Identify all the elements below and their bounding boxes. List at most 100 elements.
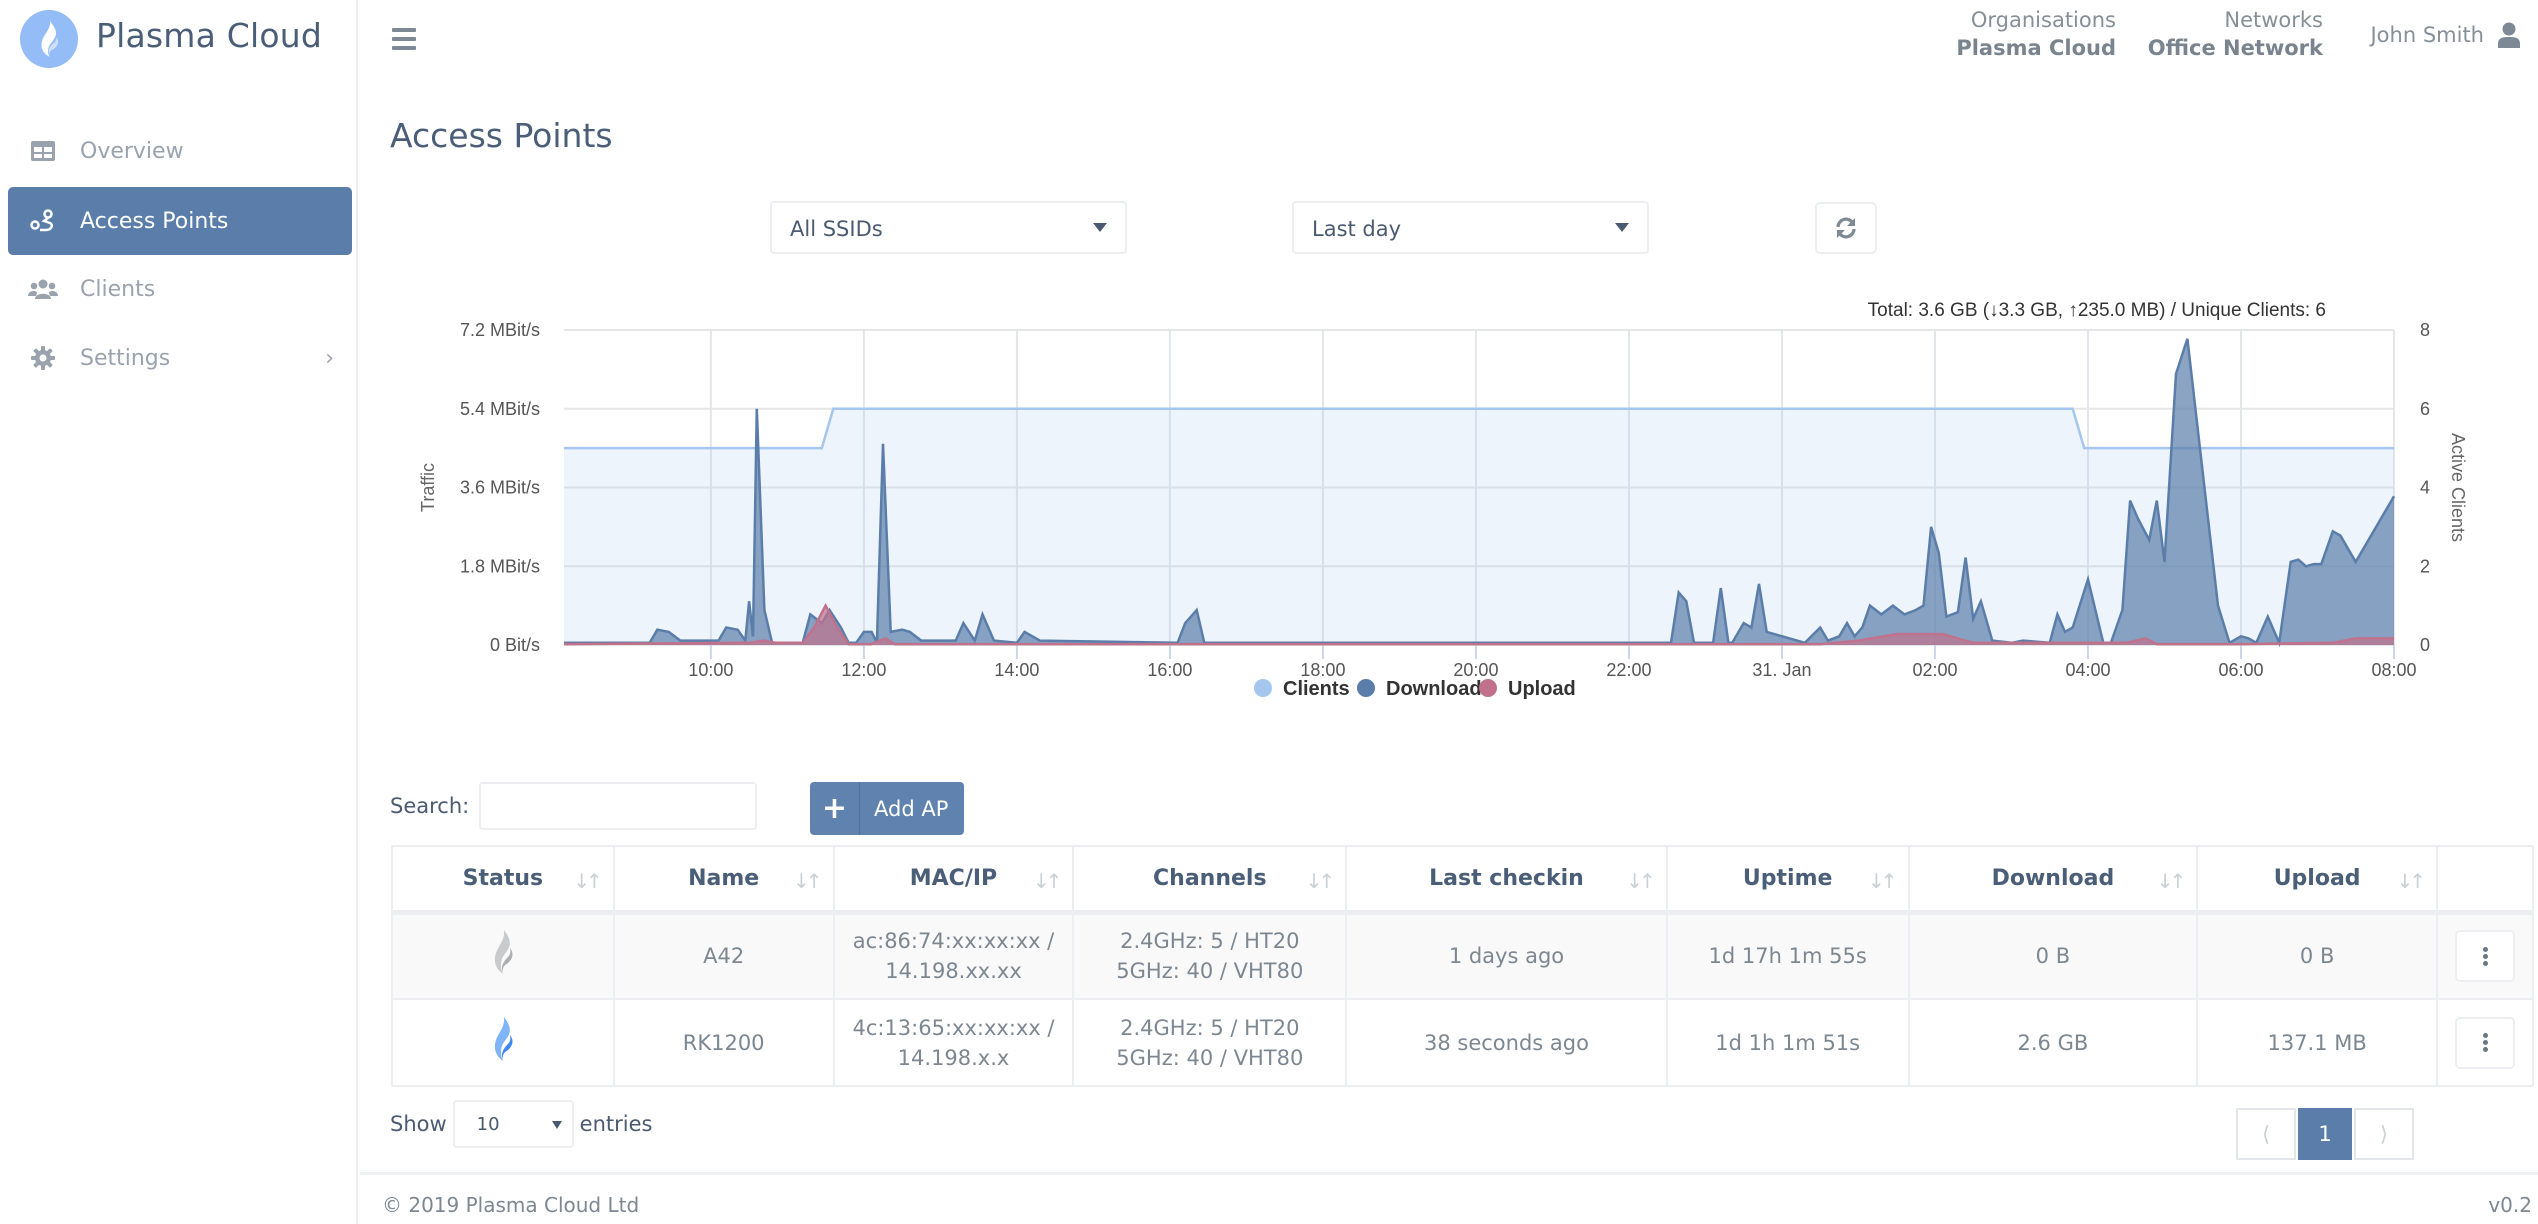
sidebar-item-clients[interactable]: Clients (8, 255, 352, 323)
caret-down-icon (1615, 223, 1629, 232)
clients-series-area (564, 408, 2394, 645)
organisation-switcher[interactable]: Organisations Plasma Cloud (1956, 8, 2116, 60)
column-header-upload[interactable]: Upload ↓↑ (2196, 845, 2438, 915)
y-axis-tick-label: 5.4 MBit/s (460, 399, 540, 419)
row-actions-button[interactable] (2455, 1016, 2515, 1069)
refresh-button[interactable] (1815, 202, 1877, 254)
table-icon (28, 141, 58, 161)
sidebar-item-settings[interactable]: Settings › (8, 324, 352, 392)
brand-name: Plasma Cloud (96, 16, 323, 55)
sidebar-item-label: Overview (80, 138, 184, 164)
table-row[interactable]: A42 ac:86:74:xx:xx:xx /14.198.xx.xx 2.4G… (391, 911, 2534, 1000)
y-axis-tick-label: 1.8 MBit/s (460, 556, 540, 576)
time-range-value: Last day (1312, 217, 1402, 241)
x-axis-tick-label: 14:00 (994, 660, 1039, 680)
gear-icon (28, 346, 58, 370)
page-1-button[interactable]: 1 (2298, 1108, 2352, 1160)
sidebar-item-label: Clients (80, 276, 156, 302)
mac-ip-cell: ac:86:74:xx:xx:xx /14.198.xx.xx (832, 911, 1075, 1000)
y2-axis-tick-label: 4 (2420, 478, 2430, 498)
row-actions-button[interactable] (2455, 930, 2515, 983)
plus-icon: + (810, 782, 860, 835)
caret-down-icon (551, 1121, 562, 1129)
network-switcher[interactable]: Networks Office Network (2148, 8, 2323, 60)
x-axis-tick-label: 10:00 (688, 660, 733, 680)
chevron-right-icon: › (325, 345, 334, 371)
ssid-filter-select[interactable]: All SSIDs (770, 201, 1127, 254)
y-axis-title: Traffic (418, 463, 438, 512)
y2-axis-tick-label: 0 (2420, 635, 2430, 655)
sidebar-item-label: Access Points (80, 208, 229, 234)
organisation-label: Organisations (1970, 8, 2116, 32)
table-header-row: Status ↓↑ Name ↓↑ MAC/IP ↓↑ Channels ↓↑ Last… (391, 845, 2534, 915)
column-header-download[interactable]: Download ↓↑ (1907, 845, 2199, 915)
legend-label-clients: Clients (1283, 678, 1350, 700)
logo[interactable] (20, 10, 78, 68)
y-axis-tick-label: 3.6 MBit/s (460, 478, 540, 498)
download-cell: 2.6 GB (1907, 998, 2199, 1087)
page-length-value: 10 (476, 1114, 500, 1135)
sidebar-item-label: Settings (80, 345, 171, 371)
column-header-status[interactable]: Status ↓↑ (391, 845, 615, 915)
kebab-menu-icon (2482, 1031, 2488, 1054)
sort-icon: ↓↑ (1305, 869, 1335, 893)
ssid-filter-value: All SSIDs (790, 217, 883, 241)
y2-axis-tick-label: 6 (2420, 399, 2430, 419)
legend-marker-upload (1479, 679, 1497, 697)
add-ap-button[interactable]: + Add AP (810, 782, 964, 835)
x-axis-tick-label: 16:00 (1147, 660, 1192, 680)
users-icon (28, 279, 58, 299)
name-cell: A42 (612, 911, 835, 1000)
x-axis-tick-label: 12:00 (841, 660, 886, 680)
copyright-text: © 2019 Plasma Cloud Ltd (382, 1193, 640, 1217)
x-axis-tick-label: 08:00 (2371, 660, 2416, 680)
version-text: v0.2 (2488, 1193, 2532, 1217)
table-row[interactable]: RK1200 4c:13:65:xx:xx:xx /14.198.x.x 2.4… (391, 998, 2534, 1087)
network-value: Office Network (2147, 36, 2323, 60)
sidebar-item-overview[interactable]: Overview (8, 117, 352, 185)
x-axis-tick-label: 31. Jan (1752, 660, 1811, 680)
next-page-button[interactable]: ⟩ (2354, 1108, 2414, 1160)
column-header-actions (2436, 845, 2534, 915)
upload-cell: 0 B (2196, 911, 2438, 1000)
channels-cell: 2.4GHz: 5 / HT20 5GHz: 40 / VHT80 (1072, 998, 1348, 1087)
route-icon (28, 209, 58, 233)
search-input[interactable] (479, 782, 758, 830)
time-range-select[interactable]: Last day (1292, 201, 1649, 254)
sort-icon: ↓↑ (573, 869, 602, 893)
previous-page-button[interactable]: ⟨ (2236, 1108, 2296, 1160)
page-title: Access Points (390, 116, 613, 155)
column-header-last-checkin[interactable]: Last checkin ↓↑ (1345, 845, 1668, 915)
column-header-mac-ip[interactable]: MAC/IP ↓↑ (832, 845, 1075, 915)
show-label: Show (390, 1112, 447, 1136)
footer: © 2019 Plasma Cloud Ltd v0.2 (360, 1172, 2538, 1224)
sidebar: Plasma Cloud Overview Access Points Clie… (0, 0, 358, 1224)
column-header-uptime[interactable]: Uptime ↓↑ (1665, 845, 1910, 915)
entries-label: entries (579, 1112, 653, 1136)
y2-axis-tick-label: 8 (2420, 320, 2430, 340)
add-ap-label: Add AP (874, 796, 949, 821)
sidebar-item-access-points[interactable]: Access Points (8, 187, 352, 255)
y2-axis-tick-label: 2 (2420, 556, 2430, 576)
sort-icon: ↓↑ (2396, 869, 2425, 893)
organisation-value: Plasma Cloud (1956, 36, 2116, 60)
y-axis-tick-label: 0 Bit/s (490, 635, 540, 655)
user-name: John Smith (2370, 23, 2484, 47)
menu-toggle-icon[interactable] (392, 28, 416, 50)
page-length-select[interactable]: 10 (452, 1100, 574, 1148)
column-header-channels[interactable]: Channels ↓↑ (1072, 845, 1348, 915)
channels-cell: 2.4GHz: 5 / HT20 5GHz: 40 / VHT80 (1072, 911, 1348, 1000)
access-points-table: Status ↓↑ Name ↓↑ MAC/IP ↓↑ Channels ↓↑ Last… (391, 845, 2534, 1087)
legend-marker-clients (1254, 679, 1272, 697)
column-header-name[interactable]: Name ↓↑ (612, 845, 835, 915)
user-menu[interactable]: John Smith (2370, 22, 2520, 48)
x-axis-tick-label: 02:00 (1912, 660, 1957, 680)
sort-icon: ↓↑ (1032, 869, 1062, 893)
search-bar: Search: (390, 782, 758, 830)
legend-label-download: Download (1386, 678, 1482, 700)
legend-marker-download (1357, 679, 1375, 697)
user-icon (2498, 22, 2520, 48)
y-axis-tick-label: 7.2 MBit/s (460, 320, 540, 340)
refresh-icon (1836, 217, 1856, 239)
x-axis-tick-label: 20:00 (1453, 660, 1498, 680)
